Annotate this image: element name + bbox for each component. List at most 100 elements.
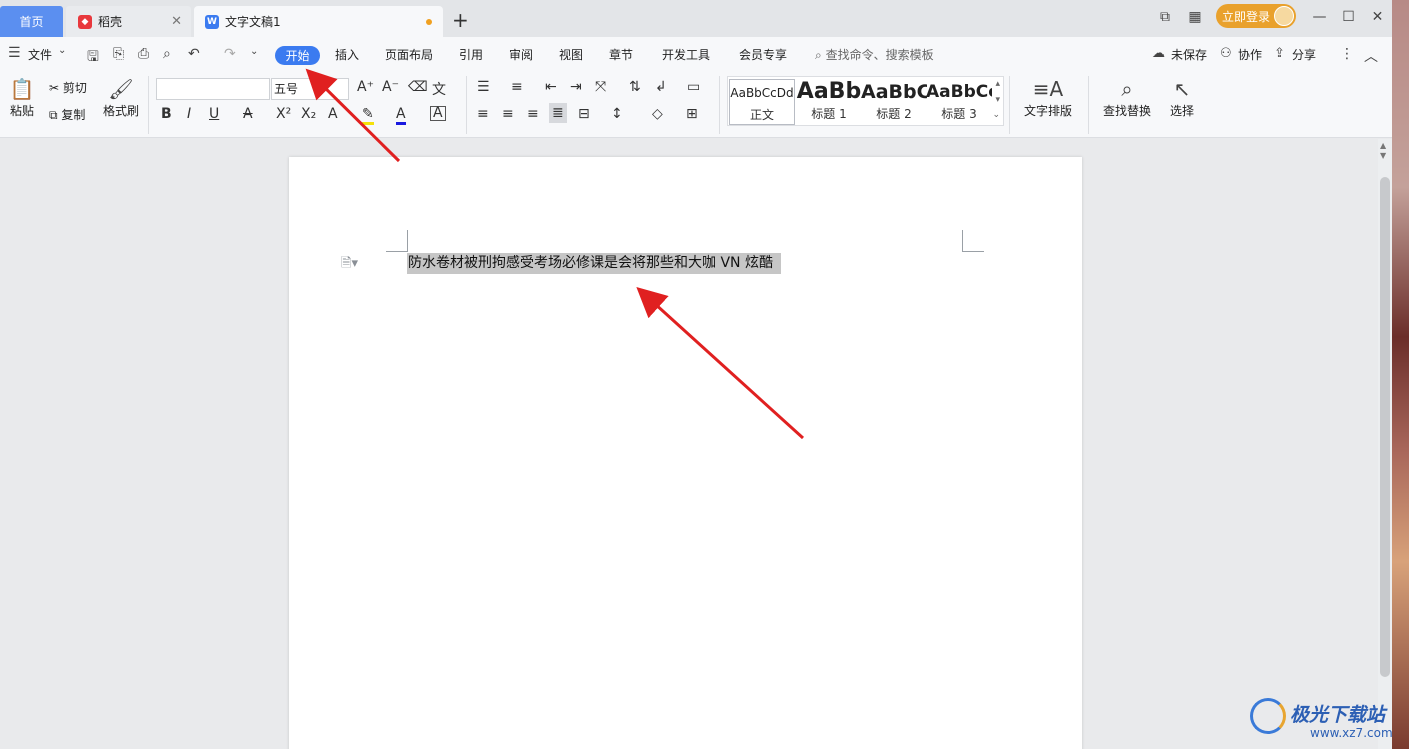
- selected-paragraph-text[interactable]: 防水卷材被刑拘感受考场必修课是会将那些和大咖 VN 炫酷: [407, 253, 781, 274]
- text-effect-icon[interactable]: A: [328, 106, 338, 122]
- style-label: 正文: [749, 108, 774, 122]
- vertical-scrollbar[interactable]: ▲ ▼: [1378, 139, 1392, 749]
- menu-file[interactable]: 文件: [28, 46, 52, 63]
- chinese-layout-icon[interactable]: ⤧: [595, 79, 606, 95]
- command-search-placeholder: 查找命令、搜索模板: [825, 48, 934, 62]
- tab-insert[interactable]: 插入: [335, 46, 359, 63]
- collapse-ribbon-icon[interactable]: ︿: [1364, 46, 1378, 66]
- undo-icon[interactable]: ↶: [188, 46, 200, 62]
- underline-icon[interactable]: U: [209, 106, 219, 122]
- watermark-swirl-icon: [1250, 698, 1286, 734]
- redo-icon[interactable]: ↷: [224, 46, 236, 62]
- close-icon[interactable]: ✕: [171, 14, 182, 29]
- bullet-list-icon[interactable]: ☰: [477, 79, 490, 95]
- more-options-icon[interactable]: ⋮: [1340, 46, 1354, 62]
- apps-grid-icon[interactable]: ▦: [1180, 9, 1210, 25]
- text-layout-button[interactable]: ≡A 文字排版: [1019, 76, 1077, 119]
- document-page[interactable]: 🗎▾ 防水卷材被刑拘感受考场必修课是会将那些和大咖 VN 炫酷: [289, 157, 1082, 749]
- style-heading-3[interactable]: AaBbCc 标题 3: [926, 79, 992, 125]
- tab-reference[interactable]: 引用: [459, 46, 483, 63]
- italic-icon[interactable]: I: [187, 106, 191, 122]
- text-layout-label: 文字排版: [1023, 104, 1072, 118]
- tab-review[interactable]: 审阅: [509, 46, 533, 63]
- style-scroll-up-icon[interactable]: ▴: [995, 79, 1000, 89]
- style-normal[interactable]: AaBbCcDd 正文: [729, 79, 795, 125]
- export-pdf-icon[interactable]: ⎘: [113, 46, 124, 62]
- tab-developer-tools[interactable]: 开发工具: [662, 46, 710, 63]
- justify-icon[interactable]: ≣: [549, 103, 567, 123]
- align-left-icon[interactable]: ≡: [477, 106, 489, 122]
- command-search[interactable]: ⌕ 查找命令、搜索模板: [815, 46, 934, 63]
- style-heading-2[interactable]: AaBbC 标题 2: [861, 79, 927, 125]
- font-size-select[interactable]: 五号: [271, 78, 349, 100]
- close-window-icon[interactable]: ✕: [1363, 9, 1392, 25]
- save-icon[interactable]: 🖫: [87, 46, 99, 70]
- grow-font-icon[interactable]: A⁺: [357, 79, 374, 95]
- more-quick-access-icon[interactable]: ⌄: [250, 46, 258, 57]
- tab-member[interactable]: 会员专享: [739, 46, 787, 63]
- layout-switch-icon[interactable]: ⧉: [1150, 9, 1180, 25]
- decrease-indent-icon[interactable]: ⇤: [545, 79, 557, 95]
- find-replace-button[interactable]: ⌕ 查找替换: [1098, 76, 1156, 119]
- tab-home[interactable]: 首页: [0, 6, 63, 37]
- tab-daoke[interactable]: ◆ 稻壳 ✕: [66, 6, 191, 37]
- align-right-icon[interactable]: ≡: [527, 106, 539, 122]
- font-color-icon[interactable]: A: [396, 106, 406, 125]
- subscript-icon[interactable]: X₂: [301, 106, 316, 122]
- paragraph-handle-icon[interactable]: 🗎▾: [341, 254, 358, 276]
- print-icon[interactable]: ⎙: [138, 46, 149, 62]
- maximize-icon[interactable]: ☐: [1334, 9, 1363, 25]
- phonetic-guide-icon[interactable]: 文: [432, 79, 446, 99]
- print-preview-icon[interactable]: ⌕: [163, 46, 171, 62]
- share-button[interactable]: 分享: [1292, 46, 1316, 63]
- tab-start[interactable]: 开始: [275, 46, 320, 65]
- format-painter-button[interactable]: 🖌 格式刷: [102, 76, 140, 119]
- collaborate-button[interactable]: 协作: [1238, 46, 1262, 63]
- distributed-align-icon[interactable]: ⊟: [578, 106, 590, 122]
- window-controls: — ☐ ✕: [1305, 6, 1392, 28]
- minimize-icon[interactable]: —: [1305, 9, 1334, 25]
- align-center-icon[interactable]: ≡: [502, 106, 514, 122]
- strikethrough-icon[interactable]: A: [243, 106, 253, 122]
- style-preview: AaBbC: [861, 81, 927, 103]
- superscript-icon[interactable]: X²: [276, 106, 291, 122]
- font-name-select[interactable]: [156, 78, 270, 100]
- paste-button[interactable]: 📋 粘贴: [5, 76, 39, 119]
- watermark-name: 极光下载站: [1290, 704, 1386, 726]
- style-scroll-down-icon[interactable]: ▾: [995, 95, 1000, 105]
- tab-page-layout[interactable]: 页面布局: [385, 46, 433, 63]
- unsaved-status[interactable]: 未保存: [1171, 46, 1207, 63]
- share-icon: ⇪: [1274, 46, 1285, 61]
- chevron-down-icon[interactable]: ⌄: [58, 45, 66, 56]
- ruler-icon[interactable]: ▭: [687, 79, 700, 95]
- show-marks-icon[interactable]: ↲: [655, 79, 667, 95]
- highlight-icon[interactable]: ✎: [362, 106, 374, 125]
- sort-icon[interactable]: ⇅: [629, 79, 641, 95]
- borders-icon[interactable]: ⊞: [686, 106, 698, 122]
- tab-chapter[interactable]: 章节: [609, 46, 633, 63]
- tab-document[interactable]: W 文字文稿1: [194, 6, 443, 37]
- divider: [1088, 76, 1089, 134]
- shading-icon[interactable]: ◇: [652, 106, 663, 122]
- character-border-icon[interactable]: A: [430, 106, 446, 121]
- shrink-font-icon[interactable]: A⁻: [382, 79, 399, 95]
- document-canvas[interactable]: 🗎▾ 防水卷材被刑拘感受考场必修课是会将那些和大咖 VN 炫酷: [0, 139, 1378, 749]
- style-heading-1[interactable]: AaBb 标题 1: [796, 79, 862, 125]
- bold-icon[interactable]: B: [161, 106, 172, 122]
- cursor-arrow-icon: ↖: [1173, 77, 1191, 101]
- cut-button[interactable]: ✂ 剪切: [49, 79, 87, 96]
- scroll-up-icon[interactable]: ▲: [1380, 141, 1386, 150]
- line-spacing-icon[interactable]: ↕: [611, 106, 623, 122]
- copy-button[interactable]: ⧉ 复制: [49, 106, 85, 123]
- scroll-down-icon[interactable]: ▼: [1380, 151, 1386, 160]
- scrollbar-thumb[interactable]: [1380, 177, 1390, 677]
- new-tab-button[interactable]: +: [452, 8, 469, 32]
- select-button[interactable]: ↖ 选择: [1164, 76, 1200, 119]
- hamburger-menu-icon[interactable]: ☰: [8, 45, 21, 61]
- numbered-list-icon[interactable]: ≡: [511, 79, 523, 95]
- style-more-icon[interactable]: ⌄: [992, 110, 1000, 120]
- login-button[interactable]: 立即登录: [1216, 4, 1296, 28]
- tab-view[interactable]: 视图: [559, 46, 583, 63]
- increase-indent-icon[interactable]: ⇥: [570, 79, 582, 95]
- clear-format-icon[interactable]: ⌫: [408, 79, 428, 95]
